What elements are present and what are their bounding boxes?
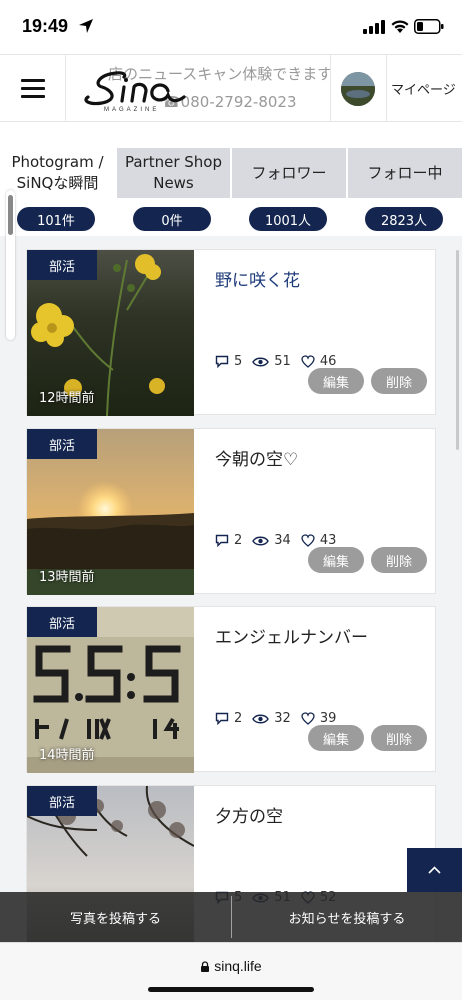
tab-following[interactable]: フォロー中 <box>348 148 462 198</box>
tab-partner-shop-news[interactable]: Partner Shop News <box>117 148 230 198</box>
url-text: sinq.life <box>214 958 262 974</box>
post-title[interactable]: エンジェルナンバー <box>215 623 368 648</box>
view-count: 51 <box>274 354 291 369</box>
post-stats: 2 34 43 <box>215 533 346 548</box>
header-divider <box>386 55 387 121</box>
like-count: 39 <box>319 711 337 726</box>
chevron-up-icon <box>428 866 441 874</box>
category-badge: 部活 <box>27 607 97 637</box>
heart-icon[interactable] <box>301 534 315 547</box>
post-time: 13時間前 <box>39 570 95 585</box>
url-display[interactable]: sinq.life <box>0 958 462 974</box>
logo-subtitle: MAGAZINE <box>104 107 160 113</box>
count-badge[interactable]: 101件 <box>17 207 95 231</box>
comment-icon <box>215 712 229 725</box>
status-time: 19:49 <box>22 16 69 36</box>
avatar-photo <box>341 72 375 106</box>
comment-icon <box>215 534 229 547</box>
status-bar: 19:49 <box>0 0 462 54</box>
delete-button[interactable]: 削除 <box>371 368 427 394</box>
edit-button[interactable]: 編集 <box>308 725 364 751</box>
post-card[interactable]: 部活 13時間前 今朝の空♡ 2 34 43 編集 削除 <box>26 428 436 595</box>
site-header: 店のニュースキャン体験できます！ ☎080-2792-8023 MAGAZINE… <box>0 54 462 122</box>
eye-icon <box>252 357 270 366</box>
delete-button[interactable]: 削除 <box>371 547 427 573</box>
bottom-action-bar: 写真を投稿する お知らせを投稿する <box>0 892 462 942</box>
lock-icon <box>201 961 210 972</box>
comment-count: 2 <box>234 711 243 726</box>
post-stats: 2 32 39 <box>215 711 346 726</box>
edit-button[interactable]: 編集 <box>308 368 364 394</box>
comment-icon <box>215 355 229 368</box>
profile-tabs: Photogram / SiNQな瞬間 Partner Shop News フォ… <box>0 148 462 200</box>
header-divider <box>330 55 331 121</box>
menu-button[interactable] <box>0 55 66 121</box>
back-to-top-button[interactable] <box>407 848 462 892</box>
avatar[interactable] <box>341 72 375 106</box>
comment-count: 5 <box>234 354 243 369</box>
post-time: 14時間前 <box>39 748 95 763</box>
category-badge: 部活 <box>27 786 97 816</box>
delete-button[interactable]: 削除 <box>371 725 427 751</box>
like-count: 43 <box>319 533 337 548</box>
tab-photogram[interactable]: Photogram / SiNQな瞬間 <box>0 148 115 198</box>
browser-url-bar[interactable]: sinq.life <box>0 942 462 1000</box>
wifi-icon <box>391 20 409 33</box>
eye-icon <box>252 536 270 545</box>
post-title[interactable]: 今朝の空♡ <box>215 445 298 470</box>
view-count: 34 <box>274 533 291 548</box>
tab-followers[interactable]: フォロワー <box>232 148 346 198</box>
post-thumbnail[interactable]: 部活 14時間前 <box>27 607 194 773</box>
post-thumbnail[interactable]: 部活 13時間前 <box>27 429 194 595</box>
page-scrollbar[interactable] <box>456 250 459 450</box>
post-photo-button[interactable]: 写真を投稿する <box>0 892 231 942</box>
heart-icon[interactable] <box>301 355 315 368</box>
mypage-link[interactable]: マイページ <box>391 79 456 98</box>
post-thumbnail[interactable]: 部活 12時間前 <box>27 250 194 416</box>
scrollbar-thumb[interactable] <box>8 195 13 235</box>
category-badge: 部活 <box>27 429 97 459</box>
post-title[interactable]: 夕方の空 <box>215 802 283 827</box>
hamburger-icon <box>21 79 45 82</box>
heart-icon[interactable] <box>301 712 315 725</box>
battery-icon <box>414 19 444 34</box>
post-title[interactable]: 野に咲く花 <box>215 266 300 291</box>
view-count: 32 <box>274 711 291 726</box>
count-badge[interactable]: 2823人 <box>365 207 443 231</box>
hamburger-icon-line <box>21 95 45 98</box>
post-card[interactable]: 部活 12時間前 野に咲く花 5 51 46 編集 削除 <box>26 249 436 416</box>
count-badge[interactable]: 1001人 <box>249 207 327 231</box>
tab-counts: 101件 0件 1001人 2823人 <box>0 207 462 231</box>
like-count: 46 <box>319 354 337 369</box>
home-indicator[interactable] <box>148 987 314 992</box>
post-card[interactable]: 部活 14時間前 エンジェルナンバー 2 32 39 編集 削除 <box>26 606 436 773</box>
eye-icon <box>252 714 270 723</box>
count-badge[interactable]: 0件 <box>133 207 211 231</box>
edit-button[interactable]: 編集 <box>308 547 364 573</box>
post-time: 12時間前 <box>39 391 95 406</box>
location-arrow-icon <box>79 19 93 33</box>
comment-count: 2 <box>234 533 243 548</box>
post-stats: 5 51 46 <box>215 354 346 369</box>
post-news-button[interactable]: お知らせを投稿する <box>232 892 462 942</box>
hamburger-icon-line <box>21 87 45 90</box>
category-badge: 部活 <box>27 250 97 280</box>
cellular-signal-icon <box>363 20 385 34</box>
